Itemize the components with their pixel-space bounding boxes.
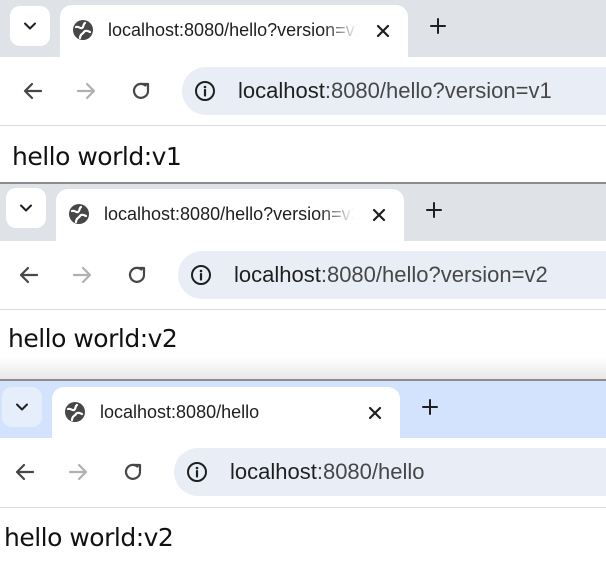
reload-icon — [130, 80, 152, 102]
tab-search-button[interactable] — [2, 387, 42, 427]
address-url: localhost:8080/hello — [230, 459, 425, 485]
forward-button[interactable] — [62, 456, 94, 488]
back-arrow-icon — [14, 461, 36, 483]
chevron-down-icon — [14, 399, 30, 415]
url-rest: :8080/hello — [316, 459, 425, 484]
browser-window-1: localhost:8080/hello?version=v1 localhos… — [0, 0, 606, 181]
tab-strip: localhost:8080/hello?version=v2 — [0, 184, 606, 241]
tab-title: localhost:8080/hello — [100, 402, 260, 422]
reload-button[interactable] — [117, 456, 149, 488]
page-content-text: hello world:v1 — [12, 142, 182, 171]
toolbar-divider — [0, 309, 606, 310]
tab-title: localhost:8080/hello?version=v1 — [108, 20, 358, 40]
url-host: localhost — [230, 459, 317, 484]
back-button[interactable] — [9, 456, 41, 488]
back-button[interactable] — [17, 75, 49, 107]
back-arrow-icon — [18, 264, 40, 286]
reload-icon — [122, 461, 144, 483]
forward-button[interactable] — [66, 259, 98, 291]
chevron-down-icon — [22, 18, 38, 34]
toolbar: localhost:8080/hello — [0, 438, 606, 506]
tab-active[interactable]: localhost:8080/hello?version=v1 — [60, 5, 408, 57]
tab-strip: localhost:8080/hello — [0, 381, 606, 439]
back-button[interactable] — [13, 259, 45, 291]
url-rest: :8080/hello?version=v1 — [324, 78, 552, 103]
forward-arrow-icon — [75, 80, 97, 102]
forward-button[interactable] — [70, 75, 102, 107]
toolbar: localhost:8080/hello?version=v1 — [0, 57, 606, 125]
close-icon[interactable] — [364, 402, 386, 424]
reload-icon — [126, 264, 148, 286]
toolbar-divider — [0, 507, 606, 508]
plus-icon — [429, 17, 447, 35]
page-content-text: hello world:v2 — [8, 324, 178, 353]
new-tab-button[interactable] — [418, 194, 450, 226]
toolbar: localhost:8080/hello?version=v2 — [0, 241, 606, 309]
browser-window-3: localhost:8080/hello localhost:8080/hell… — [0, 379, 606, 566]
reload-button[interactable] — [121, 259, 153, 291]
url-rest: :8080/hello?version=v2 — [320, 262, 548, 287]
tab-strip: localhost:8080/hello?version=v1 — [0, 0, 606, 57]
address-bar[interactable]: localhost:8080/hello — [174, 448, 606, 496]
tab-active[interactable]: localhost:8080/hello?version=v2 — [56, 189, 404, 241]
globe-icon — [72, 19, 94, 41]
globe-icon — [68, 203, 90, 225]
tab-title: localhost:8080/hello?version=v2 — [104, 204, 354, 224]
url-host: localhost — [234, 262, 321, 287]
tab-search-button[interactable] — [6, 188, 46, 228]
globe-icon — [64, 401, 86, 423]
address-bar[interactable]: localhost:8080/hello?version=v2 — [178, 251, 606, 299]
chevron-down-icon — [18, 200, 34, 216]
toolbar-divider — [0, 125, 606, 126]
address-bar[interactable]: localhost:8080/hello?version=v1 — [182, 67, 606, 115]
new-tab-button[interactable] — [414, 391, 446, 423]
url-host: localhost — [238, 78, 325, 103]
forward-arrow-icon — [71, 264, 93, 286]
close-icon[interactable] — [372, 20, 394, 42]
tab-search-button[interactable] — [10, 6, 50, 46]
page-content-text: hello world:v2 — [4, 523, 174, 552]
tab-active[interactable]: localhost:8080/hello — [52, 387, 400, 439]
info-icon[interactable] — [190, 264, 212, 286]
new-tab-button[interactable] — [422, 10, 454, 42]
reload-button[interactable] — [125, 75, 157, 107]
info-icon[interactable] — [194, 80, 216, 102]
window-bottom-shadow — [0, 357, 606, 379]
forward-arrow-icon — [67, 461, 89, 483]
back-arrow-icon — [22, 80, 44, 102]
browser-window-2: localhost:8080/hello?version=v2 localhos… — [0, 182, 606, 379]
address-url: localhost:8080/hello?version=v2 — [234, 262, 548, 288]
info-icon[interactable] — [186, 461, 208, 483]
plus-icon — [421, 398, 439, 416]
close-icon[interactable] — [368, 204, 390, 226]
address-url: localhost:8080/hello?version=v1 — [238, 78, 552, 104]
plus-icon — [425, 201, 443, 219]
